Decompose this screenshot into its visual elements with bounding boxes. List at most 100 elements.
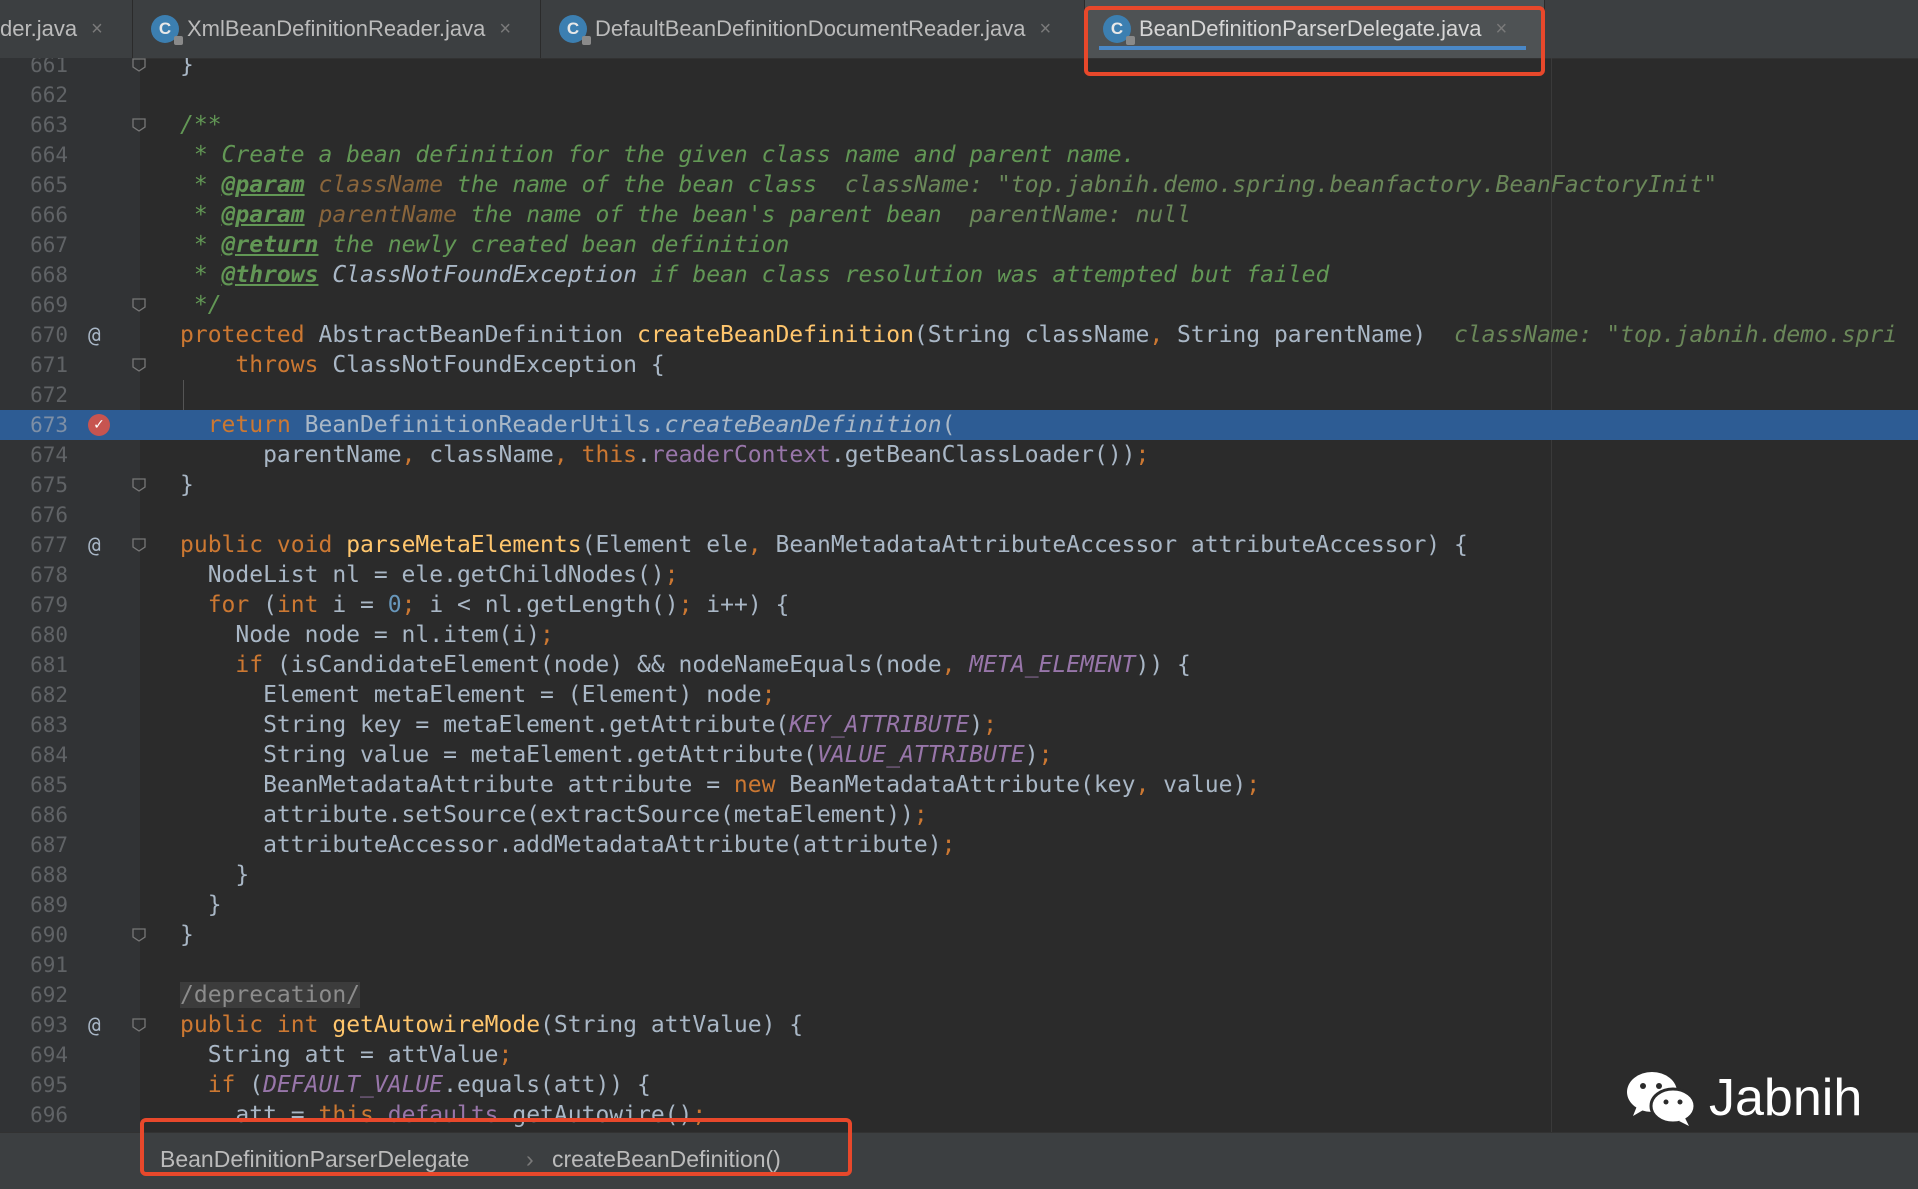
line-number[interactable]: 692 (0, 980, 68, 1010)
code-line[interactable]: 693 @ public int getAutowireMode(String at… (0, 1010, 1918, 1040)
line-number[interactable]: 689 (0, 890, 68, 920)
fold-marker-icon[interactable] (132, 538, 146, 552)
breakpoint-icon[interactable]: ✓ (88, 414, 110, 436)
line-number[interactable]: 694 (0, 1040, 68, 1070)
indent-guide (183, 380, 184, 410)
line-number[interactable]: 678 (0, 560, 68, 590)
code-line[interactable]: 665 * @param className the name of the b… (0, 170, 1918, 200)
code-line[interactable]: 683 String key = metaElement.getAttribut… (0, 710, 1918, 740)
code-line[interactable]: 689 } (0, 890, 1918, 920)
code-line[interactable]: 676 (0, 500, 1918, 530)
override-marker-icon[interactable]: @ (88, 530, 101, 560)
code-line[interactable]: 672 (0, 380, 1918, 410)
java-class-icon: C (559, 15, 591, 45)
code-line[interactable]: 688 } (0, 860, 1918, 890)
line-number[interactable]: 696 (0, 1100, 68, 1130)
code-line[interactable]: 661} (0, 58, 1918, 80)
code-line[interactable]: 663 /** (0, 110, 1918, 140)
line-number[interactable]: 695 (0, 1070, 68, 1100)
line-number[interactable]: 667 (0, 230, 68, 260)
line-number[interactable]: 681 (0, 650, 68, 680)
line-number[interactable]: 691 (0, 950, 68, 980)
code-text: } (180, 862, 250, 888)
line-number[interactable]: 663 (0, 110, 68, 140)
fold-marker-icon[interactable] (132, 118, 146, 132)
code-line[interactable]: 687 attributeAccessor.addMetadataAttribu… (0, 830, 1918, 860)
line-number[interactable]: 688 (0, 860, 68, 890)
code-line[interactable]: 674 parentName, className, this.readerCo… (0, 440, 1918, 470)
close-icon[interactable]: × (499, 18, 511, 41)
tab-default-bean-definition-document-reader[interactable]: C DefaultBeanDefinitionDocumentReader.ja… (541, 0, 1085, 58)
line-number[interactable]: 693 (0, 1010, 68, 1040)
code-editor[interactable]: 661} 662 663/** 664 * Create a bean definit… (0, 58, 1918, 1132)
code-text: String key = metaElement.getAttribute(KE… (180, 712, 998, 738)
line-number[interactable]: 686 (0, 800, 68, 830)
close-icon[interactable]: × (1039, 18, 1051, 41)
code-text: String value = metaElement.getAttribute(… (180, 742, 1053, 768)
code-line[interactable]: 681 if (isCandidateElement(node) && node… (0, 650, 1918, 680)
line-number[interactable]: 661 (0, 58, 68, 80)
fold-marker-icon[interactable] (132, 928, 146, 942)
code-line[interactable]: 668 * @throws ClassNotFoundException if … (0, 260, 1918, 290)
code-line[interactable]: 686 attribute.setSource(extractSource(me… (0, 800, 1918, 830)
line-number[interactable]: 677 (0, 530, 68, 560)
fold-marker-icon[interactable] (132, 298, 146, 312)
code-line[interactable]: 678 NodeList nl = ele.getChildNodes(); (0, 560, 1918, 590)
current-execution-line[interactable]: 673 ✓ return BeanDefinitionReaderUtils.cr… (0, 410, 1918, 440)
line-number[interactable]: 666 (0, 200, 68, 230)
line-number[interactable]: 680 (0, 620, 68, 650)
java-class-icon: C (151, 15, 183, 45)
code-line[interactable]: 691 (0, 950, 1918, 980)
line-number[interactable]: 690 (0, 920, 68, 950)
code-line[interactable]: 682 Element metaElement = (Element) node… (0, 680, 1918, 710)
line-number[interactable]: 682 (0, 680, 68, 710)
line-number[interactable]: 684 (0, 740, 68, 770)
line-number[interactable]: 673 (0, 410, 68, 440)
override-marker-icon[interactable]: @ (88, 320, 101, 350)
line-number[interactable]: 685 (0, 770, 68, 800)
code-text: BeanMetadataAttribute attribute = new Be… (180, 772, 1261, 798)
line-number[interactable]: 662 (0, 80, 68, 110)
override-marker-icon[interactable]: @ (88, 1010, 101, 1040)
line-number[interactable]: 665 (0, 170, 68, 200)
code-line[interactable]: 667 * @return the newly created bean def… (0, 230, 1918, 260)
code-line[interactable]: 669 */ (0, 290, 1918, 320)
line-number[interactable]: 670 (0, 320, 68, 350)
code-text: String att = attValue; (180, 1042, 513, 1068)
code-line[interactable]: 675} (0, 470, 1918, 500)
wechat-icon (1627, 1072, 1697, 1126)
line-number[interactable]: 664 (0, 140, 68, 170)
line-number[interactable]: 671 (0, 350, 68, 380)
code-text: } (180, 472, 194, 498)
code-line[interactable]: 666 * @param parentName the name of the … (0, 200, 1918, 230)
tab-xml-bean-definition-reader[interactable]: C XmlBeanDefinitionReader.java × (133, 0, 541, 58)
code-line[interactable]: 679 for (int i = 0; i < nl.getLength(); … (0, 590, 1918, 620)
line-number[interactable]: 669 (0, 290, 68, 320)
code-line[interactable]: 670 @ protected AbstractBeanDefinition cre… (0, 320, 1918, 350)
code-line[interactable]: 694 String att = attValue; (0, 1040, 1918, 1070)
fold-marker-icon[interactable] (132, 58, 146, 72)
code-line[interactable]: 684 String value = metaElement.getAttrib… (0, 740, 1918, 770)
line-number[interactable]: 679 (0, 590, 68, 620)
code-line[interactable]: 692/deprecation/ (0, 980, 1918, 1010)
code-line[interactable]: 671 throws ClassNotFoundException { (0, 350, 1918, 380)
code-line[interactable]: 662 (0, 80, 1918, 110)
line-number[interactable]: 668 (0, 260, 68, 290)
code-line[interactable]: 690} (0, 920, 1918, 950)
code-line[interactable]: 685 BeanMetadataAttribute attribute = ne… (0, 770, 1918, 800)
code-line[interactable]: 680 Node node = nl.item(i); (0, 620, 1918, 650)
code-line[interactable]: 664 * Create a bean definition for the g… (0, 140, 1918, 170)
fold-marker-icon[interactable] (132, 478, 146, 492)
line-number[interactable]: 676 (0, 500, 68, 530)
line-number[interactable]: 683 (0, 710, 68, 740)
code-lines[interactable]: 661} 662 663/** 664 * Create a bean definit… (0, 58, 1918, 1132)
fold-marker-icon[interactable] (132, 1018, 146, 1032)
line-number[interactable]: 674 (0, 440, 68, 470)
line-number[interactable]: 675 (0, 470, 68, 500)
line-number[interactable]: 687 (0, 830, 68, 860)
close-icon[interactable]: × (91, 18, 103, 41)
fold-marker-icon[interactable] (132, 358, 146, 372)
code-line[interactable]: 677 @ public void parseMetaElements(Elemen… (0, 530, 1918, 560)
tab-der-java[interactable]: der.java × (0, 0, 133, 58)
line-number[interactable]: 672 (0, 380, 68, 410)
